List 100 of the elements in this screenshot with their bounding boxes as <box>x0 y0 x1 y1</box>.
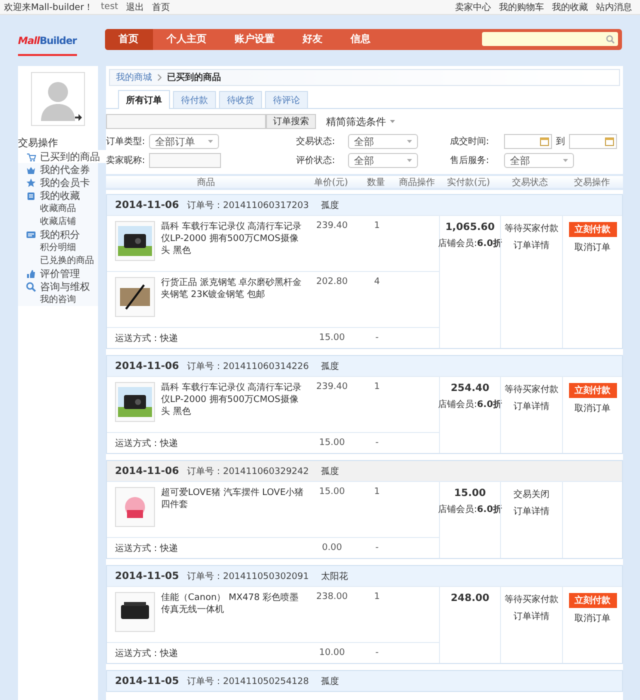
quantity: - <box>374 648 380 658</box>
column-header: 交易状态 <box>511 176 549 189</box>
order-detail-link[interactable]: 订单详情 <box>514 610 550 623</box>
top-link[interactable]: 卖家中心 <box>455 0 491 14</box>
sidebar-subitem[interactable]: 我的咨询 <box>18 293 98 306</box>
order-status: 等待买家付款 <box>504 384 558 396</box>
range-separator: 到 <box>556 136 565 148</box>
order-date: 2014-11-05 <box>115 676 179 686</box>
sidebar-item[interactable]: 咨询与维权 <box>18 280 98 293</box>
seller-name[interactable]: 孤度 <box>320 464 339 478</box>
quantity: 1 <box>373 592 381 604</box>
sidebar-item[interactable]: 评价管理 <box>18 267 98 280</box>
order-number: 订单号：201411060317203 <box>186 200 310 212</box>
sidebar-title: 交易操作 <box>18 138 58 149</box>
caret-icon <box>208 140 214 143</box>
order-number: 订单号：201411060314226 <box>186 360 310 372</box>
order-status: 等待买家付款 <box>504 222 558 235</box>
top-link[interactable]: 我的收藏 <box>552 0 588 14</box>
order-date: 2014-11-06 <box>115 466 179 476</box>
caret-icon <box>563 159 568 162</box>
calendar-icon[interactable] <box>540 137 549 146</box>
arrow-icon[interactable] <box>75 114 82 121</box>
order-status: 等待买家付款 <box>504 594 558 606</box>
sidebar-item[interactable]: 我的会员卡 <box>18 176 98 189</box>
filter-select[interactable]: 全部 <box>504 153 574 168</box>
home-link[interactable]: 首页 <box>152 0 170 14</box>
nav-tab[interactable]: 好友 <box>288 28 337 50</box>
filter-select[interactable]: 全部 <box>348 153 418 168</box>
sidebar-subitem[interactable]: 积分明细 <box>18 241 98 254</box>
unit-price: 238.00 <box>315 592 349 604</box>
username-link[interactable]: test <box>100 2 118 12</box>
unit-price: 239.40 <box>315 221 349 233</box>
product-name[interactable]: 佳能（Canon） MX478 彩色喷墨传真无线一体机 <box>161 592 305 642</box>
logo: MallBuilder <box>18 22 77 56</box>
seller-name[interactable]: 太阳花 <box>320 570 348 582</box>
sidebar-item[interactable]: 我的积分 <box>18 228 98 241</box>
order-detail-link[interactable]: 订单详情 <box>514 239 550 252</box>
breadcrumb-link[interactable]: 我的商城 <box>116 71 152 84</box>
order-detail-link[interactable]: 订单详情 <box>514 505 550 518</box>
star-icon <box>26 178 36 188</box>
order-date: 2014-11-06 <box>115 200 179 210</box>
cancel-order-link[interactable]: 取消订单 <box>574 241 610 254</box>
shipping-method: 运送方式：快递 <box>114 332 179 344</box>
nav-tab[interactable]: 首页 <box>104 28 153 50</box>
shipping-fee: 15.00 <box>318 438 346 448</box>
filter-input[interactable] <box>149 153 222 168</box>
logout-link[interactable]: 退出 <box>126 0 144 14</box>
filter-toggle[interactable]: 精简筛选条件 <box>326 114 395 128</box>
seller-name[interactable]: 孤度 <box>320 674 339 688</box>
sidebar-subitem[interactable]: 收藏商品 <box>18 202 98 215</box>
filter-select[interactable]: 全部 <box>348 134 418 149</box>
search-field[interactable] <box>482 32 618 46</box>
date-field[interactable] <box>569 134 617 149</box>
order-search-field[interactable] <box>106 114 266 129</box>
sidebar-subitem[interactable]: 收藏店铺 <box>18 215 98 228</box>
order-number: 订单号：201411050254128 <box>186 676 310 688</box>
product-name[interactable]: 超可爱LOVE猪 汽车摆件 LOVE小猪四件套 <box>161 487 305 537</box>
column-header: 实付款(元) <box>446 176 492 189</box>
quantity: 4 <box>373 277 381 289</box>
order-detail-link[interactable]: 订单详情 <box>514 400 550 413</box>
nav-tab[interactable]: 个人主页 <box>152 28 221 50</box>
shipping-fee: 0.00 <box>320 543 344 553</box>
product-name[interactable]: 聶科 车载行车记录仪 高清行车记录仪LP-2000 拥有500万CMOS摄像头 黑色 <box>161 382 305 432</box>
order-tab[interactable]: 待评论 <box>265 91 308 108</box>
order-date: 2014-11-06 <box>115 360 179 372</box>
order-date: 2014-11-05 <box>115 570 179 582</box>
calendar-icon[interactable] <box>605 137 614 146</box>
unit-price: 15.00 <box>318 487 346 499</box>
order-number: 订单号：201411060329242 <box>186 466 310 478</box>
seller-name[interactable]: 孤度 <box>320 198 339 212</box>
nav-tab[interactable]: 信息 <box>336 28 385 50</box>
unit-price: 239.40 <box>315 382 349 394</box>
top-link[interactable]: 站内消息 <box>596 0 632 14</box>
quantity: 1 <box>373 487 381 499</box>
thumbs-up-icon <box>26 268 36 278</box>
nav-tab[interactable]: 账户设置 <box>220 28 289 50</box>
top-link[interactable]: 我的购物车 <box>499 0 544 14</box>
order-search-button[interactable]: 订单搜索 <box>266 114 316 129</box>
sidebar-item[interactable]: 我的代金券 <box>18 163 98 176</box>
order-tab[interactable]: 所有订单 <box>118 90 170 109</box>
filter-select[interactable]: 全部订单 <box>149 134 220 149</box>
seller-name[interactable]: 孤度 <box>320 360 339 372</box>
caret-icon <box>390 120 395 123</box>
shipping-method: 运送方式：快递 <box>114 438 179 450</box>
search-icon[interactable] <box>606 34 615 44</box>
order-total: 248.00 <box>450 593 490 604</box>
sidebar-item[interactable]: 我的收藏 <box>18 189 98 202</box>
shipping-method: 运送方式：快递 <box>114 542 179 554</box>
product-name[interactable]: 聶科 车载行车记录仪 高清行车记录仪LP-2000 拥有500万CMOS摄像头 黑色 <box>161 221 305 271</box>
quantity: 1 <box>373 221 381 233</box>
cancel-order-link[interactable]: 取消订单 <box>574 402 610 415</box>
column-header: 单价(元) <box>312 176 350 189</box>
date-field[interactable] <box>504 134 552 149</box>
order-tab[interactable]: 待付款 <box>173 91 216 108</box>
product-name[interactable]: 行货正品 派克钢笔 卓尔磨砂黑杆金夹钢笔 23K镀金钢笔 包邮 <box>161 277 305 327</box>
order-tab[interactable]: 待收货 <box>219 91 262 108</box>
sidebar-item[interactable]: 已买到的商品 <box>18 150 106 163</box>
quantity: - <box>374 543 380 553</box>
cancel-order-link[interactable]: 取消订单 <box>574 612 610 625</box>
sidebar-subitem[interactable]: 已兑换的商品 <box>18 254 98 267</box>
